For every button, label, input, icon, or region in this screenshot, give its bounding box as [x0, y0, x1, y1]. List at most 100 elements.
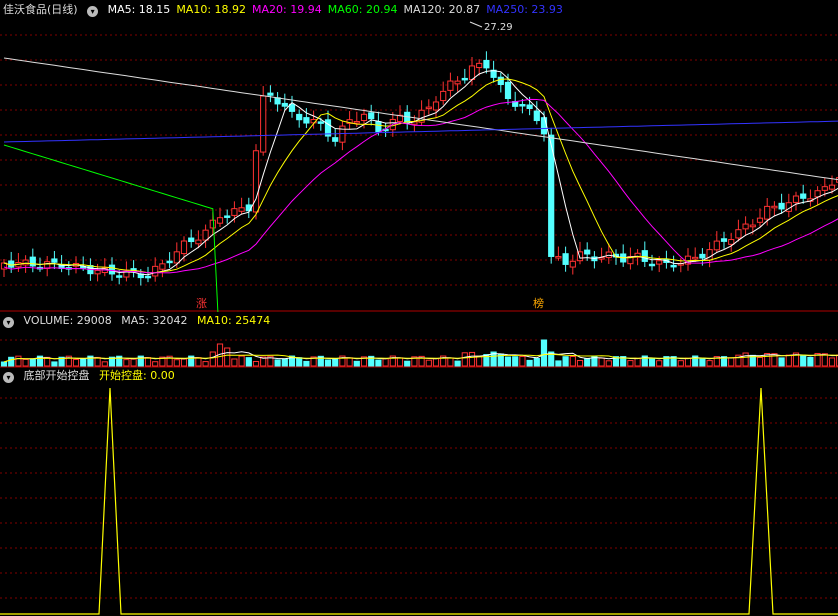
dragon-tiger-marker: 榜 [533, 296, 544, 310]
indicator-header: ▾ 底部开始控盘 开始控盘: 0.00 [3, 368, 181, 384]
candle-body [821, 186, 828, 191]
volume-bar [569, 356, 576, 367]
candle-body [713, 240, 720, 251]
candle-body [735, 229, 742, 239]
high-price-pointer [469, 21, 483, 28]
ma-legend-item: MA250: 23.93 [486, 3, 563, 16]
limit-up-marker: 涨 [196, 297, 207, 310]
candle-body [432, 101, 440, 111]
volume-bar [296, 357, 303, 367]
volume-bar [699, 357, 706, 367]
candle-body [440, 90, 447, 102]
volume-bar [526, 359, 533, 367]
candle-body [699, 253, 706, 259]
ma5-line [3, 70, 838, 276]
ma-legend-item: MA60: 20.94 [327, 3, 398, 16]
volume-bar [303, 360, 310, 367]
candle-body [360, 113, 368, 122]
volume-bar [576, 359, 584, 367]
volume-bar [677, 360, 684, 367]
ma-legend: MA5: 18.15 MA10: 18.92 MA20: 19.94 MA60: 20… [108, 3, 569, 16]
ma-settings-icon[interactable]: ▾ [87, 6, 99, 17]
candle-body [504, 81, 512, 100]
candle-body [555, 256, 562, 259]
ma-legend-item: MA120: 20.87 [403, 3, 481, 16]
volume-bar [353, 360, 360, 367]
high-price-label: 27.29 [484, 22, 513, 33]
volume-bar [144, 356, 152, 367]
ma-legend-item: MA20: 19.94 [252, 3, 322, 16]
candle-body [288, 103, 296, 112]
control-signal-line [0, 387, 838, 615]
indicator-panel[interactable]: ▾ 底部开始控盘 开始控盘: 0.00 [0, 368, 838, 616]
volume-bar [94, 356, 101, 367]
indicator-chart[interactable] [0, 368, 838, 616]
candle-body [756, 217, 764, 223]
candle-body [303, 117, 310, 124]
candle-body [195, 239, 202, 245]
candle-body [476, 62, 483, 69]
volume-bar [152, 361, 159, 367]
volume-ma10: MA10: 25474 [196, 314, 271, 327]
indicator-name: 底部开始控盘 [23, 369, 90, 382]
candle-body [648, 263, 656, 267]
candle-body [742, 223, 749, 230]
volume-bar [332, 358, 339, 367]
volume-bar [29, 358, 36, 367]
candle-body [116, 275, 123, 278]
candle-body [706, 249, 713, 261]
candle-body [224, 215, 231, 218]
volume-bar [634, 357, 641, 367]
indicator-value: 开始控盘: 0.00 [99, 369, 175, 382]
volume-bar [778, 357, 785, 367]
volume-bar [461, 352, 468, 367]
candle-body [670, 264, 677, 268]
volume-bar [555, 360, 562, 367]
volume-bar [800, 354, 807, 367]
volume-bar [742, 352, 749, 367]
candle-body [274, 97, 281, 105]
candlestick-chart[interactable]: 27.29 涨 榜 [0, 0, 838, 312]
stock-title: 佳沃食品(日线) [3, 3, 78, 16]
volume-panel[interactable]: ▾ VOLUME: 29008 MA5: 32042 MA10: 25474 [0, 312, 838, 368]
ma60-line [3, 144, 219, 312]
volume-bar [627, 360, 634, 367]
volume-bar [195, 357, 202, 367]
candle-body [792, 195, 800, 203]
price-panel[interactable]: 27.29 涨 榜 佳沃食品(日线) ▾ MA5: 18.15 MA10: 18.92… [0, 0, 838, 312]
volume-bar [202, 361, 209, 367]
candle-body [533, 110, 540, 122]
volume-bar [584, 357, 591, 367]
volume-ma5: MA5: 32042 [121, 314, 188, 327]
candle-body [159, 263, 166, 270]
volume-bar [51, 361, 58, 367]
candle-body [353, 120, 360, 124]
volume-bar [252, 360, 260, 367]
volume-bar [756, 357, 764, 367]
candle-body [425, 106, 432, 110]
indicator-settings-icon[interactable]: ▾ [3, 372, 14, 383]
candle-body [749, 224, 756, 228]
ma120-line [3, 57, 838, 181]
volume-bar [684, 357, 692, 367]
candle-body [108, 264, 116, 275]
volume-settings-icon[interactable]: ▾ [3, 317, 14, 328]
volume-bar [648, 357, 656, 367]
candle-body [22, 259, 29, 266]
candle-body [656, 260, 663, 265]
candle-body [447, 80, 454, 91]
candle-body [144, 275, 152, 279]
volume-bar [209, 351, 216, 367]
candle-body [29, 256, 36, 267]
candle-body [454, 80, 461, 85]
volume-bar [454, 360, 461, 367]
volume-bar [0, 361, 8, 367]
candle-body [202, 229, 209, 241]
candle-body [519, 104, 526, 107]
candle-body [332, 137, 339, 142]
ma250-line [3, 120, 838, 143]
volume-bar [512, 356, 519, 367]
volume-bar [224, 347, 231, 367]
volume-bar [447, 357, 454, 367]
candle-body [238, 207, 245, 212]
